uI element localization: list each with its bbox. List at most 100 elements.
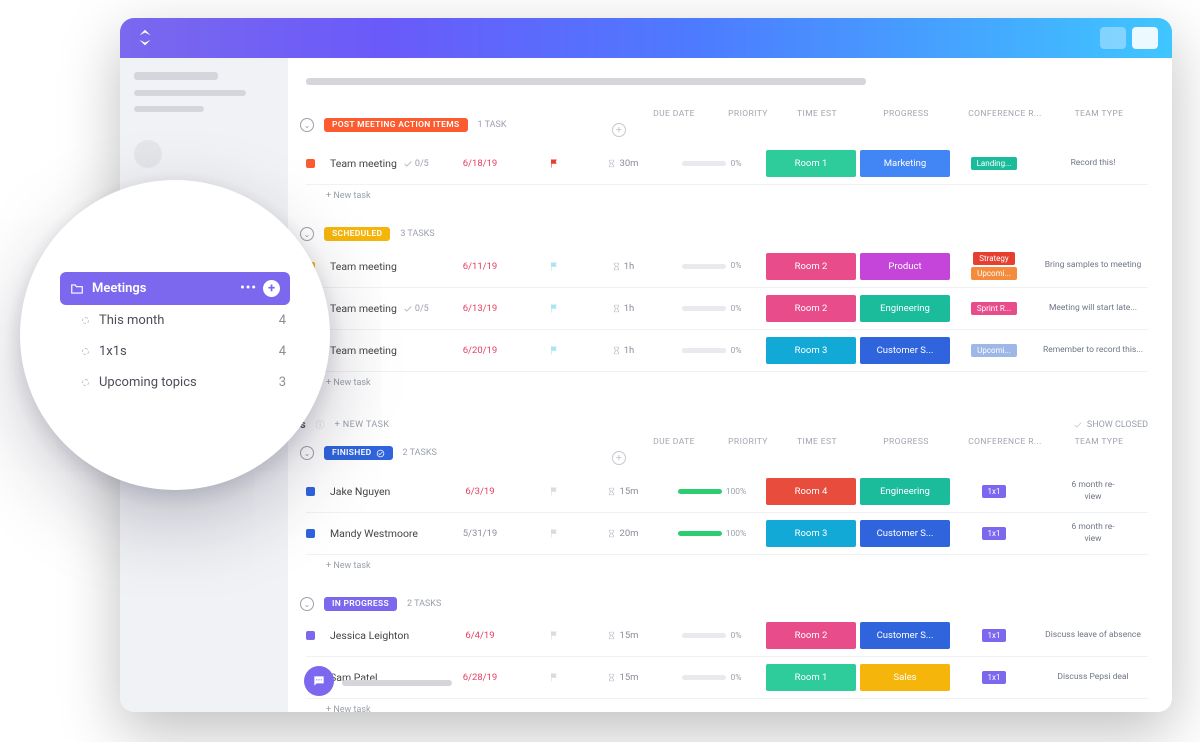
show-closed-toggle[interactable]: SHOW CLOSED <box>1073 420 1148 430</box>
progress-cell[interactable]: 0% <box>662 159 762 169</box>
status-group-header[interactable]: ⌄ FINISHED 2 TASKS <box>300 446 606 460</box>
due-date[interactable]: 6/4/19 <box>440 630 520 641</box>
priority-cell[interactable] <box>524 486 584 497</box>
priority-cell[interactable] <box>524 261 584 272</box>
status-group-header[interactable]: ⌄ POST MEETING ACTION ITEMS 1 TASK <box>300 118 606 132</box>
progress-cell[interactable]: 0% <box>662 261 762 271</box>
topic-tag[interactable]: 1x1 <box>982 671 1007 684</box>
task-row[interactable]: Team meeting 0/5 6/18/19 30m 0% Room 1 M… <box>306 143 1148 185</box>
conference-room-chip[interactable]: Room 2 <box>766 622 856 649</box>
progress-cell[interactable]: 0% <box>662 304 762 314</box>
time-estimate[interactable]: 15m <box>588 672 658 683</box>
priority-cell[interactable] <box>524 672 584 683</box>
chat-fab[interactable] <box>304 666 334 696</box>
notes-cell[interactable]: Record this! <box>1038 158 1148 169</box>
due-date[interactable]: 6/18/19 <box>440 158 520 169</box>
team-type-chip[interactable]: Engineering <box>860 295 950 322</box>
folder-add-button[interactable]: + <box>263 280 280 297</box>
topic-tag[interactable]: Upcomi... <box>971 344 1017 357</box>
time-estimate[interactable]: 1h <box>588 345 658 356</box>
conference-room-chip[interactable]: Room 2 <box>766 253 856 280</box>
sidebar-list-item[interactable]: Upcoming topics 3 <box>60 367 290 398</box>
progress-cell[interactable]: 0% <box>662 346 762 356</box>
sidebar-list-item[interactable]: 1x1s 4 <box>60 336 290 367</box>
topic-tag[interactable]: 1x1 <box>982 485 1007 498</box>
add-column-button[interactable]: + <box>612 123 626 137</box>
task-row[interactable]: Sam Patel 6/28/19 15m 0% Room 1 Sales 1x… <box>306 657 1148 699</box>
conference-room-chip[interactable]: Room 1 <box>766 664 856 691</box>
task-row[interactable]: Mandy Westmoore 5/31/19 20m 100% Room 3 … <box>306 513 1148 555</box>
progress-cell[interactable]: 0% <box>662 631 762 641</box>
time-estimate[interactable]: 1h <box>588 261 658 272</box>
task-row[interactable]: Team meeting 6/20/19 1h 0% Room 3 Custom… <box>306 330 1148 372</box>
folder-row-meetings[interactable]: Meetings ••• + <box>60 272 290 305</box>
progress-cell[interactable]: 100% <box>662 529 762 539</box>
new-task-button[interactable]: + New task <box>306 185 1148 213</box>
team-type-chip[interactable]: Customer S... <box>860 520 950 547</box>
topic-tag[interactable]: Strategy <box>973 252 1014 265</box>
due-date[interactable]: 6/20/19 <box>440 345 520 356</box>
priority-cell[interactable] <box>524 345 584 356</box>
time-estimate[interactable]: 15m <box>588 486 658 497</box>
sidebar-avatar[interactable] <box>134 140 162 168</box>
new-task-button[interactable]: + NEW TASK <box>335 420 390 430</box>
collapse-icon[interactable]: ⌄ <box>300 597 314 611</box>
progress-cell[interactable]: 0% <box>662 673 762 683</box>
task-row[interactable]: Jessica Leighton 6/4/19 15m 0% Room 2 Cu… <box>306 615 1148 657</box>
task-row[interactable]: Team meeting 6/11/19 1h 0% Room 2 Produc… <box>306 245 1148 288</box>
priority-cell[interactable] <box>524 158 584 169</box>
task-row[interactable]: Jake Nguyen 6/3/19 15m 100% Room 4 Engin… <box>306 471 1148 513</box>
priority-cell[interactable] <box>524 303 584 314</box>
top-button-2[interactable] <box>1132 27 1158 49</box>
notes-cell[interactable]: Remember to record this... <box>1038 345 1148 356</box>
conference-room-chip[interactable]: Room 2 <box>766 295 856 322</box>
time-estimate[interactable]: 15m <box>588 630 658 641</box>
topic-tag[interactable]: 1x1 <box>982 629 1007 642</box>
time-estimate[interactable]: 30m <box>588 158 658 169</box>
notes-cell[interactable]: Discuss leave of absence <box>1038 630 1148 641</box>
due-date[interactable]: 6/13/19 <box>440 303 520 314</box>
topic-tag[interactable]: Landing... <box>971 157 1018 170</box>
task-row[interactable]: Team meeting 0/5 6/13/19 1h 0% Room 2 En… <box>306 288 1148 330</box>
new-task-button[interactable]: + New task <box>306 372 1148 400</box>
info-icon[interactable]: ⓘ <box>316 418 325 431</box>
notes-cell[interactable]: 6 month re-view <box>1038 522 1148 544</box>
due-date[interactable]: 6/3/19 <box>440 486 520 497</box>
due-date[interactable]: 6/11/19 <box>440 261 520 272</box>
due-date[interactable]: 6/28/19 <box>440 672 520 683</box>
team-type-chip[interactable]: Customer S... <box>860 337 950 364</box>
team-type-chip[interactable]: Engineering <box>860 478 950 505</box>
collapse-icon[interactable]: ⌄ <box>300 446 314 460</box>
new-task-button[interactable]: + New task <box>306 555 1148 583</box>
topic-tag[interactable]: Upcomi... <box>971 267 1017 280</box>
top-button-1[interactable] <box>1100 27 1126 49</box>
team-type-chip[interactable]: Marketing <box>860 150 950 177</box>
team-type-chip[interactable]: Sales <box>860 664 950 691</box>
folder-menu-icon[interactable]: ••• <box>240 281 257 296</box>
conference-room-chip[interactable]: Room 3 <box>766 520 856 547</box>
time-estimate[interactable]: 1h <box>588 303 658 314</box>
conference-room-chip[interactable]: Room 3 <box>766 337 856 364</box>
team-type-chip[interactable]: Customer S... <box>860 622 950 649</box>
notes-cell[interactable]: Meeting will start late... <box>1038 303 1148 314</box>
time-estimate[interactable]: 20m <box>588 528 658 539</box>
conference-room-chip[interactable]: Room 4 <box>766 478 856 505</box>
notes-cell[interactable]: Bring samples to meeting <box>1038 260 1148 271</box>
notes-cell[interactable]: Discuss Pepsi deal <box>1038 672 1148 683</box>
collapse-icon[interactable]: ⌄ <box>300 118 314 132</box>
priority-cell[interactable] <box>524 630 584 641</box>
priority-cell[interactable] <box>524 528 584 539</box>
team-type-chip[interactable]: Product <box>860 253 950 280</box>
due-date[interactable]: 5/31/19 <box>440 528 520 539</box>
topic-tag[interactable]: Sprint R... <box>971 302 1017 315</box>
progress-cell[interactable]: 100% <box>662 487 762 497</box>
collapse-icon[interactable]: ⌄ <box>300 227 314 241</box>
add-column-button[interactable]: + <box>612 451 626 465</box>
conference-room-chip[interactable]: Room 1 <box>766 150 856 177</box>
new-task-button[interactable]: + New task <box>306 699 1148 712</box>
sidebar-list-item[interactable]: This month 4 <box>60 305 290 336</box>
status-group-header[interactable]: ⌄ IN PROGRESS 2 TASKS <box>300 597 1148 611</box>
notes-cell[interactable]: 6 month re-view <box>1038 480 1148 502</box>
status-group-header[interactable]: ⌄ SCHEDULED 3 TASKS <box>300 227 1148 241</box>
topic-tag[interactable]: 1x1 <box>982 527 1007 540</box>
